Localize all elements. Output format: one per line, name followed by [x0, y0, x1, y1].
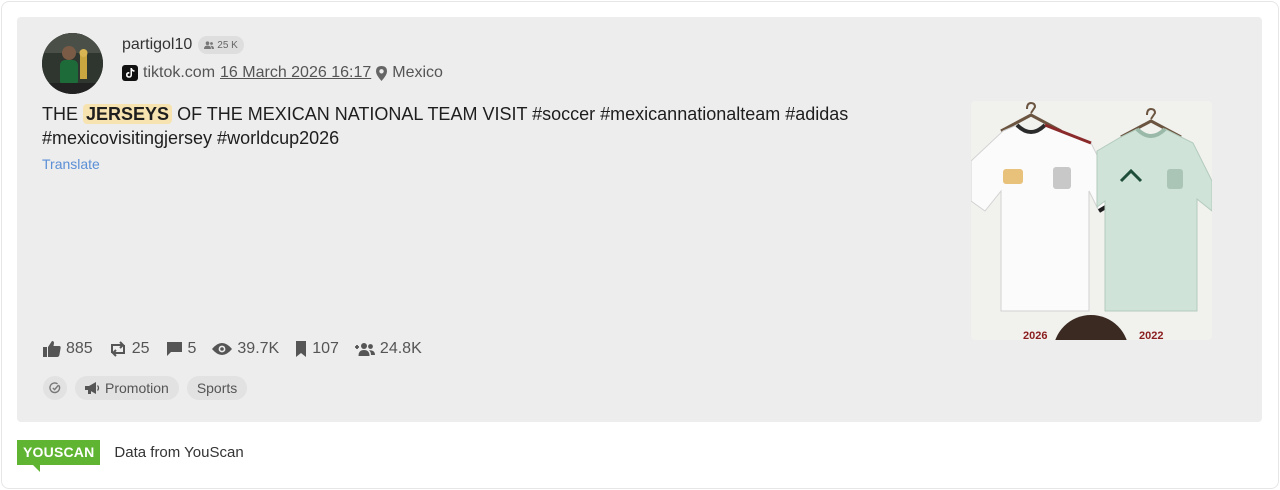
bookmark-icon [296, 341, 307, 357]
author-line: partigol10 25 K [122, 36, 244, 54]
tag-promotion[interactable]: Promotion [75, 376, 179, 400]
post-location: Mexico [392, 64, 443, 81]
tag-sports[interactable]: Sports [186, 376, 248, 400]
followers-icon [204, 41, 215, 49]
footer: YOUSCAN Data from YouScan [17, 440, 244, 472]
keyword-highlight: JERSEYS [83, 104, 173, 124]
check-circle-icon [49, 382, 61, 394]
comments-count: 5 [187, 340, 197, 357]
post-meta: tiktok.com 16 March 2026 16:17 Mexico [122, 64, 443, 82]
source-link[interactable]: tiktok.com [143, 64, 215, 82]
tag-sports-label: Sports [196, 380, 238, 396]
post-text-start: THE [42, 104, 84, 124]
avatar[interactable] [42, 33, 103, 94]
likes-count: 885 [66, 340, 93, 357]
author-name[interactable]: partigol10 [122, 36, 192, 54]
comment-icon [166, 342, 182, 356]
post-tags: Promotion Sports [43, 376, 248, 400]
post-thumbnail[interactable]: 2026 2022 [971, 101, 1212, 340]
reposts-count: 25 [131, 340, 150, 357]
tag-promotion-label: Promotion [105, 380, 169, 396]
comments-stat: 5 [166, 340, 197, 358]
eye-icon [212, 343, 233, 355]
bookmarks-stat: 107 [295, 340, 339, 358]
audience-stat: 24.8K [354, 340, 422, 358]
megaphone-icon [85, 382, 100, 394]
post-text: THE JERSEYS OF THE MEXICAN NATIONAL TEAM… [42, 102, 922, 150]
sentiment-tag[interactable] [43, 376, 67, 400]
engagement-stats: 885 25 5 39.7K 107 24.8K [43, 340, 422, 358]
likes-stat: 885 [43, 340, 93, 358]
youscan-logo[interactable]: YOUSCAN [17, 440, 101, 472]
repost-icon [110, 341, 125, 357]
views-count: 39.7K [237, 340, 280, 357]
tiktok-icon [122, 65, 138, 81]
footer-attribution: Data from YouScan [114, 444, 244, 461]
translate-link[interactable]: Translate [42, 156, 100, 172]
reposts-stat: 25 [109, 340, 150, 358]
views-stat: 39.7K [212, 340, 279, 358]
post-date-link[interactable]: 16 March 2026 16:17 [220, 64, 371, 82]
thumbnail-caption-left: 2026 [1023, 330, 1047, 340]
thumbnail-caption-right: 2022 [1139, 330, 1163, 340]
location-pin-icon [376, 65, 388, 81]
audience-icon [354, 343, 375, 356]
followers-count: 25 K [217, 39, 238, 51]
bookmarks-count: 107 [312, 340, 339, 357]
audience-count: 24.8K [379, 340, 422, 357]
thumbs-up-icon [43, 341, 61, 357]
followers-badge: 25 K [198, 36, 244, 54]
